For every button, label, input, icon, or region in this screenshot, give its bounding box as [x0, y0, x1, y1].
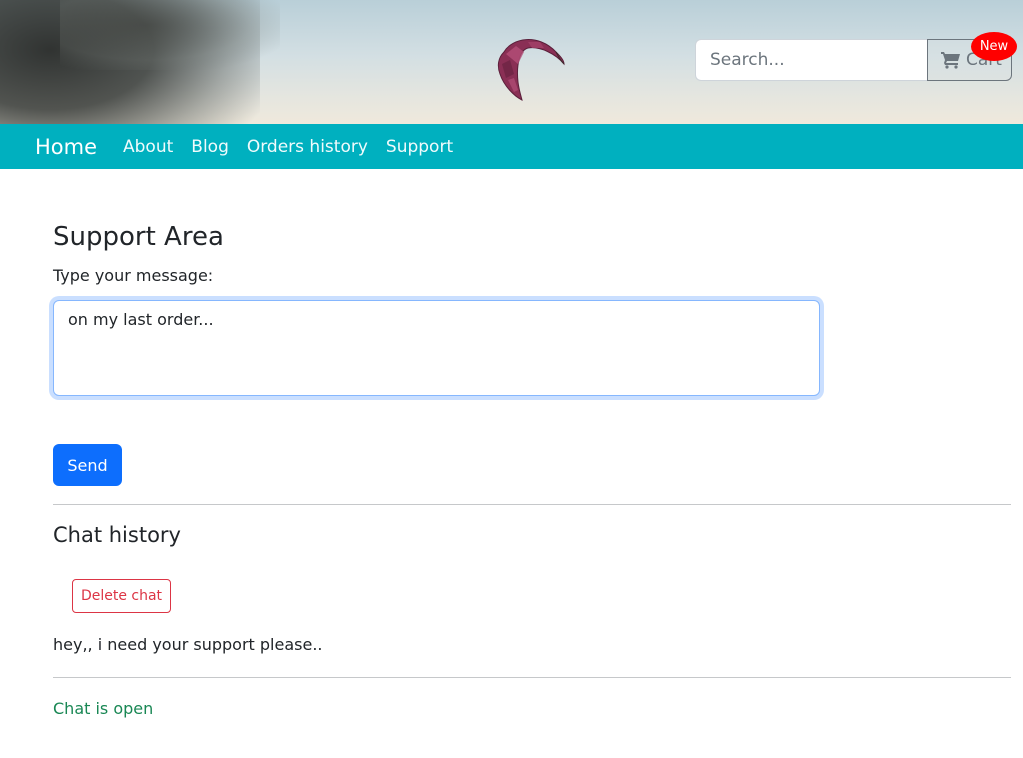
search-group: Cart: [695, 39, 1012, 81]
kite-image: [497, 39, 565, 101]
chat-history-title: Chat history: [53, 523, 181, 547]
send-button[interactable]: Send: [53, 444, 122, 486]
tree-silhouette-secondary: [60, 0, 280, 70]
message-textarea[interactable]: [53, 300, 820, 396]
nav-support-link[interactable]: Support: [386, 137, 453, 157]
divider: [53, 504, 1011, 505]
cart-new-badge: New: [971, 32, 1017, 61]
nav-blog-link[interactable]: Blog: [191, 137, 229, 157]
chat-status: Chat is open: [53, 699, 154, 718]
divider: [53, 677, 1011, 678]
page-title: Support Area: [53, 222, 224, 252]
chat-message: hey,, i need your support please..: [53, 635, 323, 654]
nav-home-link[interactable]: Home: [35, 135, 97, 159]
search-input[interactable]: [695, 39, 927, 81]
delete-chat-button[interactable]: Delete chat: [72, 579, 171, 613]
message-label: Type your message:: [53, 266, 214, 285]
hero-banner: Cart New: [0, 0, 1023, 124]
main-navbar: Home About Blog Orders history Support: [0, 124, 1023, 169]
nav-orders-history-link[interactable]: Orders history: [247, 137, 368, 157]
nav-about-link[interactable]: About: [123, 137, 173, 157]
shopping-cart-icon: [941, 52, 960, 69]
